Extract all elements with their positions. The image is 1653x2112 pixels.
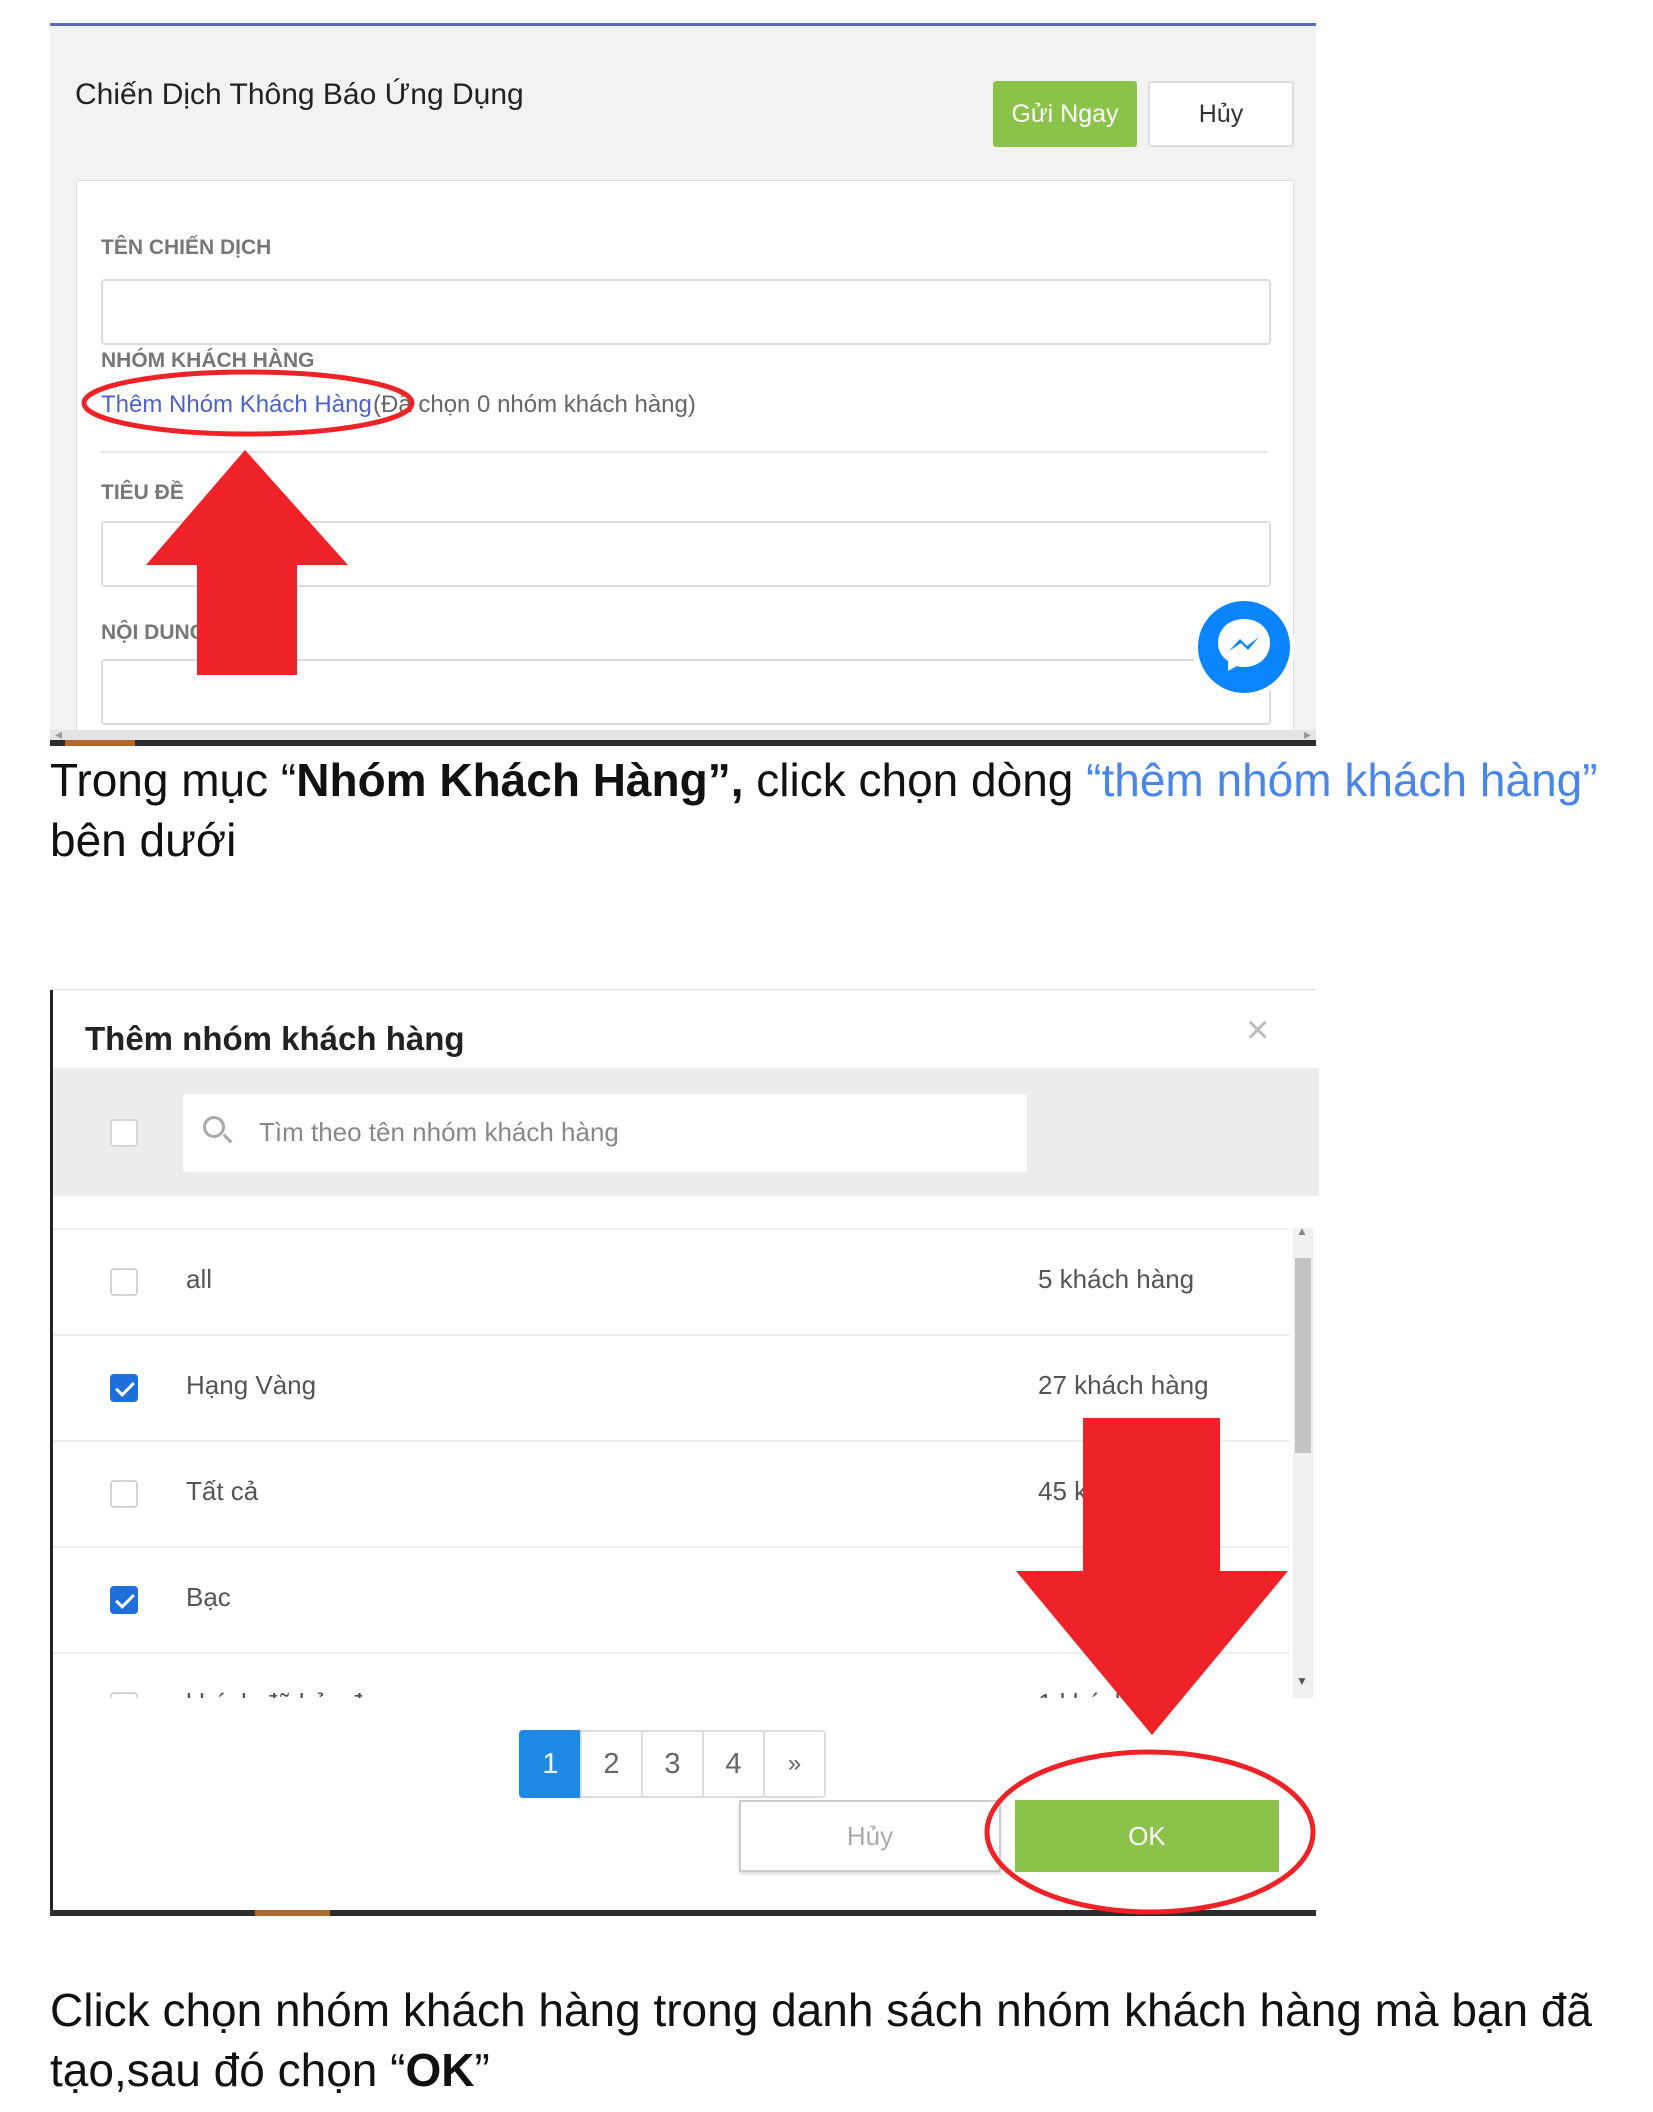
list-item[interactable]: Tất cả 45 k bbox=[53, 1440, 1289, 1548]
search-icon bbox=[203, 1116, 225, 1138]
page-1-button[interactable]: 1 bbox=[519, 1730, 582, 1798]
list-item[interactable]: Hạng Vàng 27 khách hàng bbox=[53, 1334, 1289, 1442]
messenger-chat-icon[interactable] bbox=[1193, 596, 1295, 698]
modal-cancel-button[interactable]: Hủy bbox=[739, 1800, 1001, 1872]
campaign-name-input[interactable] bbox=[101, 279, 1271, 345]
page-4-button[interactable]: 4 bbox=[702, 1730, 765, 1798]
selected-groups-note: (Đã chọn 0 nhóm khách hàng) bbox=[373, 391, 696, 418]
list-item[interactable]: khách đã hủy đơn 1 khách bbox=[53, 1652, 1289, 1698]
form-card: TÊN CHIẾN DỊCH NHÓM KHÁCH HÀNG Thêm Nhóm… bbox=[76, 180, 1294, 745]
row-checkbox[interactable] bbox=[110, 1692, 138, 1698]
caption-1-link-text: “thêm nhóm khách hàng” bbox=[1086, 754, 1598, 806]
add-customer-group-link[interactable]: Thêm Nhóm Khách Hàng bbox=[101, 391, 372, 419]
close-icon[interactable]: × bbox=[1246, 1008, 1269, 1053]
customer-group-label: NHÓM KHÁCH HÀNG bbox=[101, 349, 315, 372]
divider bbox=[101, 451, 1267, 453]
group-name: Tất cả bbox=[186, 1476, 259, 1506]
select-all-checkbox[interactable] bbox=[110, 1119, 138, 1147]
group-count: 27 khách hàng bbox=[1038, 1370, 1209, 1400]
add-group-modal-screenshot: Thêm nhóm khách hàng × Tìm theo tên nhóm… bbox=[50, 990, 1319, 1916]
caption-2-prefix: tạo,sau đó chọn “ bbox=[50, 2044, 406, 2096]
send-now-button[interactable]: Gửi Ngay bbox=[993, 81, 1137, 147]
caption-1-bold: Nhóm Khách Hàng”, bbox=[296, 754, 744, 806]
caption-2-suffix: ” bbox=[474, 2044, 490, 2096]
row-checkbox-checked[interactable] bbox=[110, 1374, 138, 1402]
caption-step-2-line1: Click chọn nhóm khách hàng trong danh sá… bbox=[50, 1984, 1593, 2036]
subject-input[interactable] bbox=[101, 521, 1271, 587]
content-input[interactable] bbox=[101, 659, 1271, 725]
page-title: Chiến Dịch Thông Báo Ứng Dụng bbox=[75, 78, 524, 111]
search-input[interactable]: Tìm theo tên nhóm khách hàng bbox=[259, 1117, 619, 1148]
search-bar: Tìm theo tên nhóm khách hàng bbox=[53, 1068, 1319, 1196]
page-3-button[interactable]: 3 bbox=[641, 1730, 704, 1798]
caption-step-1-line2: bên dưới bbox=[50, 814, 237, 866]
next-page-button[interactable]: » bbox=[763, 1730, 826, 1798]
list-item[interactable]: all 5 khách hàng bbox=[53, 1228, 1289, 1336]
caption-1-middle: click chọn dòng bbox=[743, 754, 1087, 806]
pagination: 1 2 3 4 » bbox=[519, 1730, 826, 1798]
group-count: 45 k bbox=[1038, 1476, 1088, 1506]
cancel-button[interactable]: Hủy bbox=[1148, 81, 1294, 147]
row-checkbox[interactable] bbox=[110, 1480, 138, 1508]
page-2-button[interactable]: 2 bbox=[580, 1730, 643, 1798]
scroll-thumb[interactable] bbox=[1295, 1258, 1311, 1453]
caption-1-prefix: Trong mục “ bbox=[50, 754, 297, 806]
row-checkbox-checked[interactable] bbox=[110, 1586, 138, 1614]
group-name: all bbox=[186, 1264, 213, 1294]
vertical-scrollbar[interactable]: ▲ ▼ bbox=[1293, 1224, 1313, 1698]
search-box[interactable]: Tìm theo tên nhóm khách hàng bbox=[183, 1094, 1027, 1172]
list-item[interactable]: Bạc bbox=[53, 1546, 1289, 1654]
ok-button[interactable]: OK bbox=[1015, 1800, 1279, 1872]
caption-2-bold: OK bbox=[405, 2044, 475, 2096]
subject-label: TIÊU ĐỀ bbox=[101, 481, 184, 504]
group-name: Bạc bbox=[186, 1582, 231, 1612]
caption-step-2-line2: tạo,sau đó chọn “OK” bbox=[50, 2040, 490, 2100]
taskbar-strip bbox=[50, 1910, 1316, 1916]
taskbar-strip bbox=[50, 740, 1316, 746]
row-checkbox[interactable] bbox=[110, 1268, 138, 1296]
campaign-form-screenshot: Chiến Dịch Thông Báo Ứng Dụng Gửi Ngay H… bbox=[50, 23, 1316, 745]
group-name: khách đã hủy đơn bbox=[186, 1688, 394, 1698]
customer-group-list: all 5 khách hàng Hạng Vàng 27 khách hàng… bbox=[53, 1228, 1289, 1698]
modal-title: Thêm nhóm khách hàng bbox=[85, 1020, 465, 1057]
campaign-name-label: TÊN CHIẾN DỊCH bbox=[101, 236, 272, 259]
scroll-down-icon[interactable]: ▼ bbox=[1296, 1674, 1308, 1688]
content-label: NỘI DUNG bbox=[101, 621, 206, 644]
group-count: 1 khách bbox=[1038, 1688, 1129, 1698]
top-border bbox=[50, 23, 1316, 26]
group-count: 5 khách hàng bbox=[1038, 1264, 1195, 1294]
group-name: Hạng Vàng bbox=[186, 1370, 317, 1400]
caption-step-1: Trong mục “Nhóm Khách Hàng”, click chọn … bbox=[50, 750, 1598, 810]
scroll-up-icon[interactable]: ▲ bbox=[1296, 1224, 1308, 1238]
